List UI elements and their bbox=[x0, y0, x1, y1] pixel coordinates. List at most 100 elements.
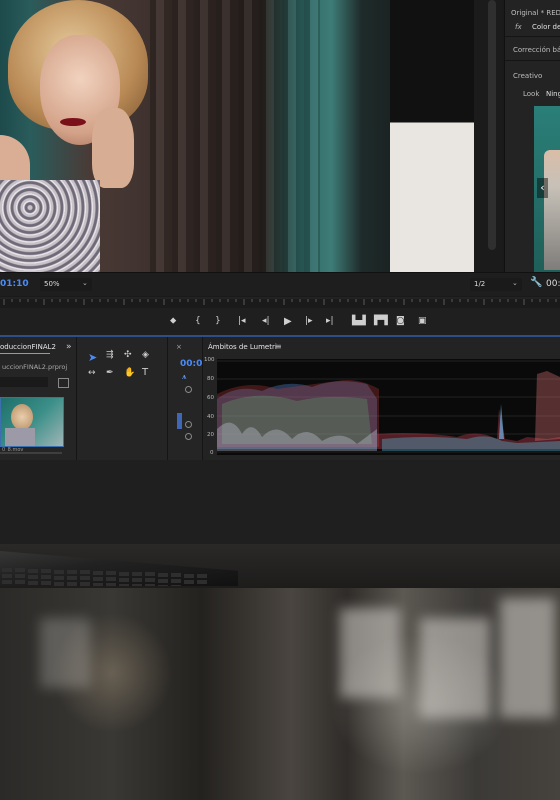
scale-label: 100 bbox=[204, 357, 215, 363]
keyboard-key bbox=[2, 580, 12, 584]
keyboard-key bbox=[132, 572, 142, 576]
keyboard-key bbox=[106, 571, 116, 576]
keyboard-key bbox=[67, 582, 77, 586]
keyboard-key bbox=[197, 580, 207, 584]
slip-tool-icon[interactable]: ↔ bbox=[88, 368, 96, 378]
hand bbox=[92, 108, 134, 188]
keyboard-key bbox=[171, 573, 181, 578]
monitor-control-bar: 01:10 50% ⌄ 1/2 ⌄ 🔧 00: bbox=[0, 272, 560, 297]
program-monitor-video bbox=[0, 0, 502, 272]
keyboard-key bbox=[93, 576, 103, 581]
insert-icon[interactable]: ▙▟ bbox=[352, 316, 366, 326]
clip-thumbnail[interactable] bbox=[0, 397, 64, 447]
thumb-dress bbox=[5, 428, 35, 446]
panel-overflow-icon[interactable]: » bbox=[66, 342, 72, 352]
search-input[interactable] bbox=[0, 377, 48, 387]
step-forward-icon[interactable]: |▸ bbox=[305, 316, 313, 326]
keyboard-key bbox=[145, 572, 155, 577]
pen-tool-icon[interactable]: ✒ bbox=[106, 368, 114, 378]
keyframe-dot[interactable] bbox=[185, 421, 192, 428]
blurred-room-background bbox=[0, 588, 560, 800]
effect-name[interactable]: Color de bbox=[532, 23, 560, 31]
resolution-select[interactable]: 1/2 ⌄ bbox=[470, 278, 522, 291]
thumbnail-figure bbox=[544, 150, 560, 270]
curtain-backdrop bbox=[150, 0, 320, 272]
selection-tool-icon[interactable]: ➤ bbox=[88, 351, 97, 364]
zoom-value: 50% bbox=[44, 280, 60, 288]
project-filename: uccionFINAL2.prproj bbox=[2, 363, 68, 371]
chevron-down-icon: ⌄ bbox=[82, 279, 88, 287]
resolution-value: 1/2 bbox=[474, 280, 486, 288]
keyboard-key bbox=[67, 576, 77, 580]
type-tool-icon[interactable]: T bbox=[142, 367, 148, 378]
go-to-out-icon[interactable]: ▸| bbox=[326, 316, 334, 326]
look-dropdown[interactable]: Ning bbox=[546, 90, 560, 98]
timeline-timecode[interactable]: 00:0 bbox=[180, 359, 202, 369]
tab-underline bbox=[0, 353, 50, 354]
zoom-select[interactable]: 50% ⌄ bbox=[40, 278, 92, 291]
scope-scale: 100 80 60 40 20 0 bbox=[203, 357, 217, 456]
overwrite-icon[interactable]: ▛▜ bbox=[374, 316, 388, 326]
menu-icon[interactable]: ≡ bbox=[275, 342, 282, 351]
transport-controls: ⬥ { } |◂ ◂| ▶ |▸ ▸| ▙▟ ▛▜ ◙ ▣ bbox=[0, 308, 560, 338]
playhead-timecode[interactable]: 01:10 bbox=[0, 279, 29, 289]
keyboard-key bbox=[54, 569, 64, 574]
keyboard-key bbox=[2, 568, 12, 572]
window-pane bbox=[340, 608, 400, 698]
keyboard-key bbox=[158, 572, 168, 577]
chevron-left-icon[interactable]: ‹ bbox=[537, 178, 548, 198]
keyboard-key bbox=[67, 570, 77, 574]
clip-progress bbox=[0, 452, 62, 454]
track-select-icon[interactable]: ⇶ bbox=[106, 350, 114, 360]
basic-correction-section[interactable]: Corrección básic bbox=[513, 46, 560, 54]
keyboard-key bbox=[54, 581, 64, 586]
lumetri-scopes-tab[interactable]: Ámbitos de Lumetri bbox=[208, 343, 277, 351]
keyboard-key bbox=[158, 578, 168, 583]
thumb-face bbox=[11, 404, 33, 430]
play-icon[interactable]: ▶ bbox=[284, 316, 292, 327]
wrench-icon[interactable]: 🔧 bbox=[530, 277, 542, 288]
keyframe-dot[interactable] bbox=[185, 433, 192, 440]
keyboard-key bbox=[184, 573, 194, 578]
in-bracket-icon[interactable]: { bbox=[195, 316, 201, 326]
hand-tool-icon[interactable]: ✋ bbox=[124, 368, 135, 378]
keyboard-key bbox=[145, 578, 155, 583]
keyboard-key bbox=[119, 577, 129, 582]
out-bracket-icon[interactable]: } bbox=[215, 316, 221, 326]
keyboard-key bbox=[54, 575, 64, 580]
clip-header: Original * RED bbox=[511, 9, 560, 17]
monitor-scrollbar[interactable] bbox=[488, 0, 496, 250]
razor-icon[interactable]: ◈ bbox=[142, 350, 149, 360]
window-pane bbox=[420, 618, 490, 718]
keyboard-key bbox=[41, 575, 51, 580]
creative-section[interactable]: Creativo bbox=[513, 72, 542, 80]
close-icon[interactable]: × bbox=[176, 343, 182, 351]
new-bin-icon[interactable] bbox=[58, 378, 69, 388]
export-frame-icon[interactable]: ◙ bbox=[396, 316, 405, 326]
keyboard-key bbox=[197, 574, 207, 578]
keyboard-key bbox=[41, 569, 51, 574]
empty-panel-area bbox=[0, 460, 560, 546]
step-back-icon[interactable]: ◂| bbox=[262, 316, 270, 326]
rgb-parade-waveform bbox=[217, 359, 560, 455]
monitor-timeline-ruler[interactable] bbox=[0, 296, 560, 308]
go-to-in-icon[interactable]: |◂ bbox=[238, 316, 246, 326]
project-tab[interactable]: oduccionFINAL2 bbox=[0, 343, 56, 351]
keyboard-key bbox=[15, 574, 25, 579]
chevron-down-icon: ⌄ bbox=[512, 279, 518, 287]
scale-label: 60 bbox=[207, 395, 214, 401]
timeline-panel: × 00:0 ⩚ bbox=[168, 337, 203, 460]
project-panel: oduccionFINAL2 uccionFINAL2.prproj 0_8.m… bbox=[0, 337, 77, 460]
lips bbox=[60, 118, 86, 126]
scale-label: 80 bbox=[207, 376, 214, 382]
keyboard-key bbox=[28, 574, 38, 579]
compare-icon[interactable]: ▣ bbox=[418, 316, 427, 326]
keyboard-key bbox=[171, 579, 181, 584]
snap-icon[interactable]: ⩚ bbox=[182, 372, 187, 382]
mark-in-icon[interactable]: ⬥ bbox=[170, 316, 176, 326]
keyframe-dot[interactable] bbox=[185, 386, 192, 393]
keyboard-key bbox=[80, 576, 90, 581]
keyboard-key bbox=[93, 570, 103, 575]
keyboard-key bbox=[119, 571, 129, 576]
ripple-edit-icon[interactable]: ✣ bbox=[124, 350, 132, 360]
